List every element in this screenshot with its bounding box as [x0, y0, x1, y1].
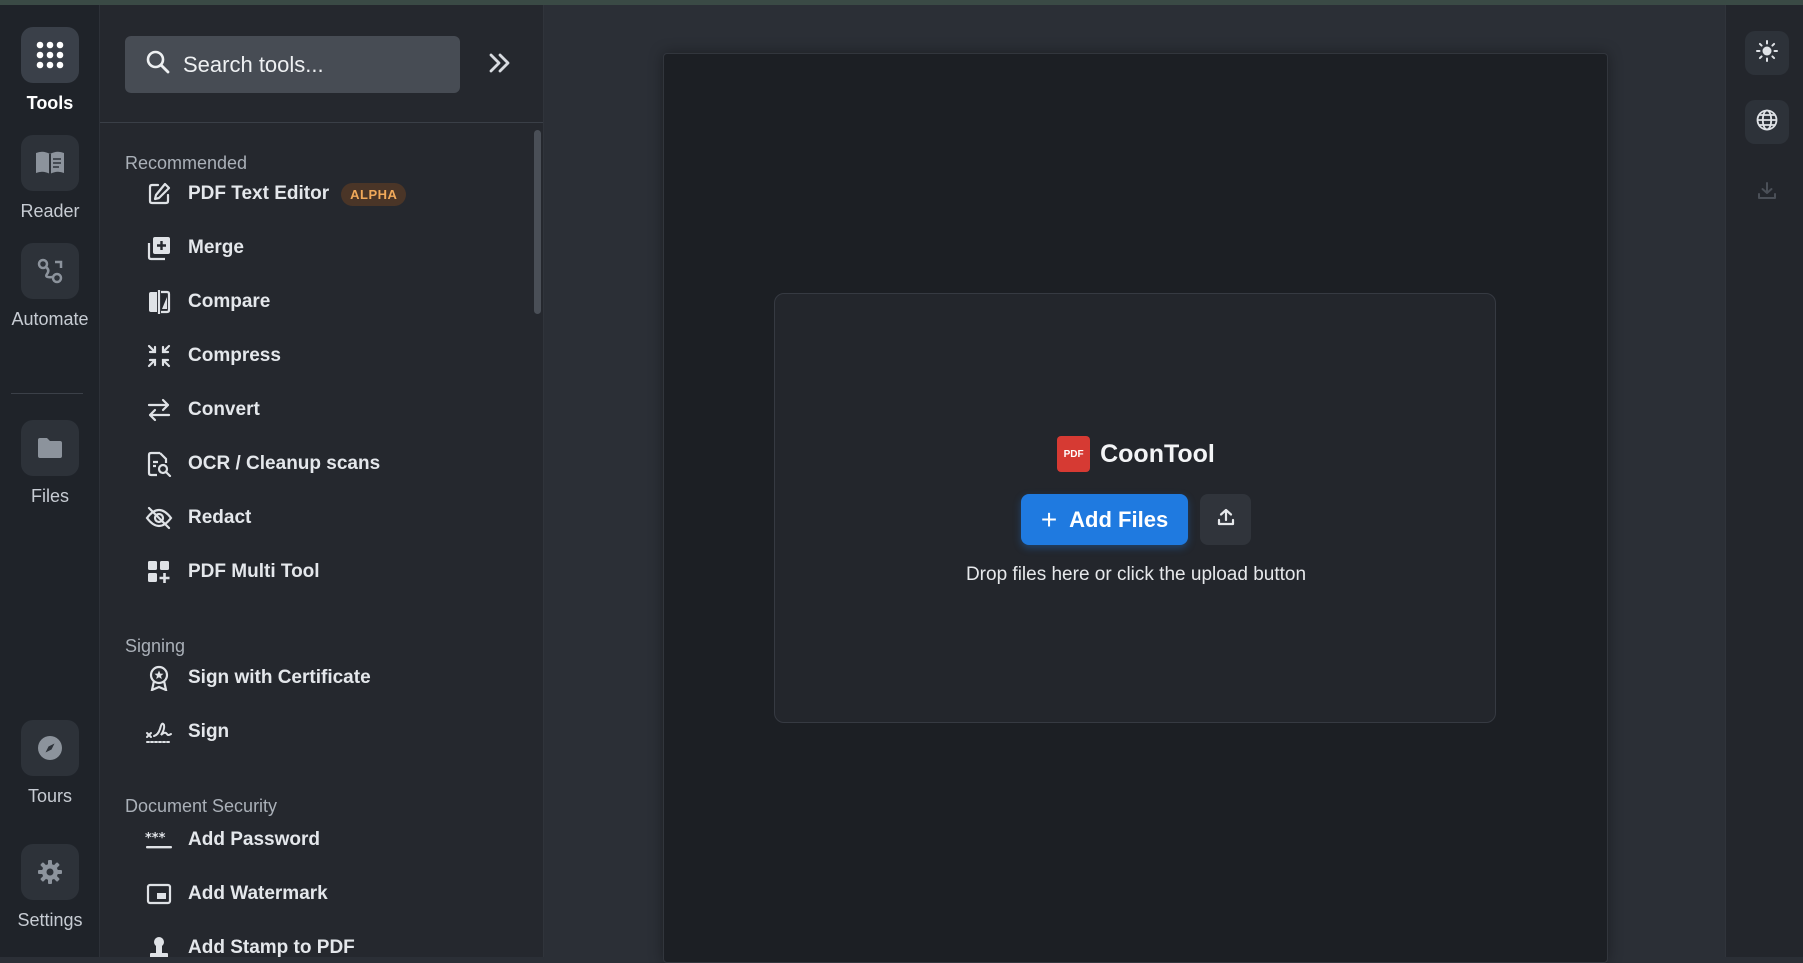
compare-icon [145, 288, 173, 316]
rail-item-files[interactable]: Files [0, 420, 100, 507]
chevrons-right-icon [489, 53, 511, 78]
rail-label: Reader [20, 201, 80, 221]
certificate-icon [145, 664, 173, 692]
upload-button[interactable] [1200, 494, 1251, 545]
edit-icon [145, 180, 173, 208]
download-icon [1756, 180, 1778, 207]
tool-redact[interactable]: Redact [145, 498, 251, 538]
pdf-logo-icon: PDF [1057, 436, 1091, 472]
search-box[interactable] [125, 36, 460, 93]
tool-convert[interactable]: Convert [145, 390, 260, 430]
search-icon [145, 49, 171, 80]
tool-label: Redact [188, 507, 252, 528]
section-title: Document Security [125, 796, 278, 816]
tool-label: Add Password [188, 829, 320, 850]
plus-icon: + [1040, 503, 1058, 535]
add-files-label: Add Files [1069, 506, 1169, 532]
tool-label: Compare [188, 291, 271, 312]
file-canvas: PDF CoonTool + Add Files Drop files here… [663, 53, 1608, 963]
merge-icon [145, 234, 173, 262]
tool-compare[interactable]: Compare [145, 282, 270, 322]
brand-name: CoonTool [1100, 439, 1215, 468]
tool-label: PDF Text Editor [188, 183, 330, 204]
collapse-panel-button[interactable] [484, 49, 516, 81]
add-files-button[interactable]: + Add Files [1021, 494, 1188, 545]
watermark-icon [145, 880, 173, 908]
tool-sign[interactable]: Sign [145, 712, 229, 752]
left-rail: Tools Reader Automate Files Tours Settin… [0, 5, 100, 957]
tool-add-watermark[interactable]: Add Watermark [145, 874, 328, 914]
password-icon: *** [145, 826, 173, 854]
rail-item-tools[interactable]: Tools [0, 27, 100, 114]
language-button[interactable] [1745, 100, 1789, 144]
tool-add-stamp[interactable]: Add Stamp to PDF [145, 928, 355, 957]
rail-item-tours[interactable]: Tours [0, 720, 100, 807]
upload-actions: + Add Files [775, 494, 1497, 545]
brand: PDF CoonTool [775, 436, 1497, 472]
rail-label: Automate [11, 309, 89, 329]
rail-item-reader[interactable]: Reader [0, 135, 100, 222]
stamp-icon [145, 934, 173, 957]
tools-scrollbar[interactable] [534, 130, 541, 314]
convert-icon [145, 396, 173, 424]
folder-icon [21, 420, 79, 476]
section-title: Recommended [125, 153, 248, 173]
upload-icon [1216, 507, 1236, 532]
rail-label: Files [30, 486, 69, 506]
tool-ocr[interactable]: OCR / Cleanup scans [145, 444, 380, 484]
ocr-icon [145, 450, 173, 478]
rail-divider [11, 393, 83, 394]
tool-label: Sign [188, 721, 230, 742]
tool-merge[interactable]: Merge [145, 228, 244, 268]
tool-pdf-multi-tool[interactable]: PDF Multi Tool [145, 552, 320, 592]
rail-item-automate[interactable]: Automate [0, 243, 100, 330]
rail-label: Settings [17, 910, 83, 930]
tool-label: PDF Multi Tool [188, 561, 320, 582]
theme-sun-icon [1755, 39, 1779, 68]
rail-label: Tools [26, 93, 74, 113]
tool-label: Merge [188, 237, 244, 258]
compress-icon [145, 342, 173, 370]
signature-icon [145, 718, 173, 746]
compass-icon [21, 720, 79, 776]
alpha-badge: ALPHA [341, 182, 407, 206]
tools-panel: Recommended PDF Text Editor ALPHA Merge … [100, 5, 544, 957]
workspace: PDF CoonTool + Add Files Drop files here… [545, 5, 1725, 963]
theme-toggle-button[interactable] [1745, 31, 1789, 75]
tools-panel-header [100, 5, 543, 123]
rail-label: Tours [27, 786, 72, 806]
tool-label: Add Stamp to PDF [188, 937, 355, 957]
tools-list: Recommended PDF Text Editor ALPHA Merge … [100, 124, 530, 957]
grid-icon [21, 27, 79, 83]
book-icon [21, 135, 79, 191]
language-globe-icon [1755, 108, 1779, 137]
drop-hint: Drop files here or click the upload butt… [965, 564, 1307, 585]
automate-icon [21, 243, 79, 299]
multi-tool-icon [145, 558, 173, 586]
rail-item-settings[interactable]: Settings [0, 844, 100, 931]
file-dropzone[interactable]: PDF CoonTool + Add Files Drop files here… [774, 293, 1496, 723]
search-input[interactable] [183, 51, 443, 78]
tool-label: Add Watermark [188, 883, 328, 904]
gear-icon [21, 844, 79, 900]
tool-label: Compress [188, 345, 281, 366]
tool-sign-with-certificate[interactable]: Sign with Certificate [145, 658, 371, 698]
tool-label: Convert [188, 399, 260, 420]
tool-pdf-text-editor[interactable]: PDF Text Editor ALPHA [145, 174, 407, 214]
right-rail [1725, 5, 1803, 957]
eye-off-icon [145, 504, 173, 532]
svg-text:***: *** [145, 831, 166, 846]
tool-label: Sign with Certificate [188, 667, 371, 688]
section-title: Signing [125, 636, 186, 656]
tool-add-password[interactable]: *** Add Password [145, 820, 320, 860]
tool-label: OCR / Cleanup scans [188, 453, 381, 474]
download-button[interactable] [1745, 171, 1789, 215]
tool-compress[interactable]: Compress [145, 336, 281, 376]
